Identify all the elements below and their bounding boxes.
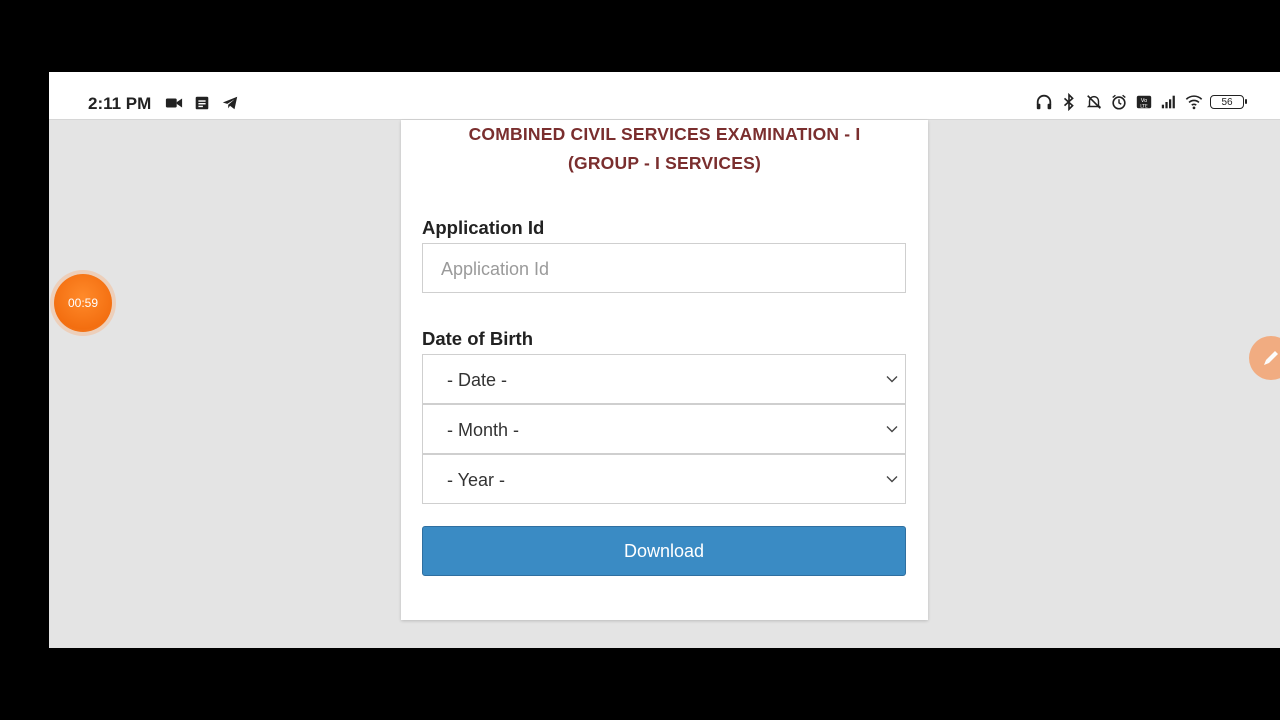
month-select[interactable]: - Month - [422, 404, 906, 454]
status-left-icons [165, 94, 239, 112]
bluetooth-icon [1063, 93, 1074, 111]
notes-icon [195, 96, 209, 110]
status-time: 2:11 PM [88, 94, 152, 113]
application-id-placeholder: Application Id [441, 259, 550, 279]
video-camera-icon [165, 98, 183, 108]
download-form-card: COMBINED CIVIL SERVICES EXAMINATION - I … [401, 120, 928, 620]
volte-icon: VoLTE [1136, 95, 1152, 109]
application-id-input[interactable]: Application Id [422, 243, 906, 293]
signal-icon [1161, 95, 1175, 109]
pencil-icon [1264, 351, 1278, 365]
alarm-icon [1112, 94, 1126, 110]
chevron-down-icon [886, 376, 898, 383]
phone-screen: 2:11 PM Vo LTE 56 COMBINED CIVIL SERVICES… [49, 72, 1280, 648]
chevron-down-icon [886, 426, 898, 433]
exam-title-line1: COMBINED CIVIL SERVICES EXAMINATION - I [468, 124, 861, 144]
date-select-value: - Date - [447, 370, 508, 390]
headphones-icon [1036, 94, 1052, 110]
month-select-value: - Month - [447, 420, 520, 440]
status-bar: 2:11 PM Vo LTE 56 [49, 72, 1280, 120]
battery-indicator: 56 [1210, 95, 1247, 109]
year-select-value: - Year - [447, 470, 506, 490]
application-id-label: Application Id [422, 217, 545, 238]
wifi-icon [1185, 95, 1203, 110]
recording-timer[interactable]: 00:59 [54, 274, 112, 332]
exam-title-line2: (GROUP - I SERVICES) [568, 153, 761, 173]
exam-title: COMBINED CIVIL SERVICES EXAMINATION - I … [401, 120, 928, 178]
mute-bell-icon [1086, 95, 1102, 109]
status-right-icons: Vo LTE 56 [1035, 93, 1247, 111]
year-select[interactable]: - Year - [422, 454, 906, 504]
chevron-down-icon [886, 476, 898, 483]
date-of-birth-label: Date of Birth [422, 328, 533, 349]
download-button[interactable]: Download [422, 526, 906, 576]
svg-text:LTE: LTE [1140, 103, 1148, 109]
svg-text:Vo: Vo [1141, 98, 1148, 104]
telegram-icon [222, 96, 238, 110]
date-select[interactable]: - Date - [422, 354, 906, 404]
edit-floating-button[interactable] [1249, 336, 1280, 380]
